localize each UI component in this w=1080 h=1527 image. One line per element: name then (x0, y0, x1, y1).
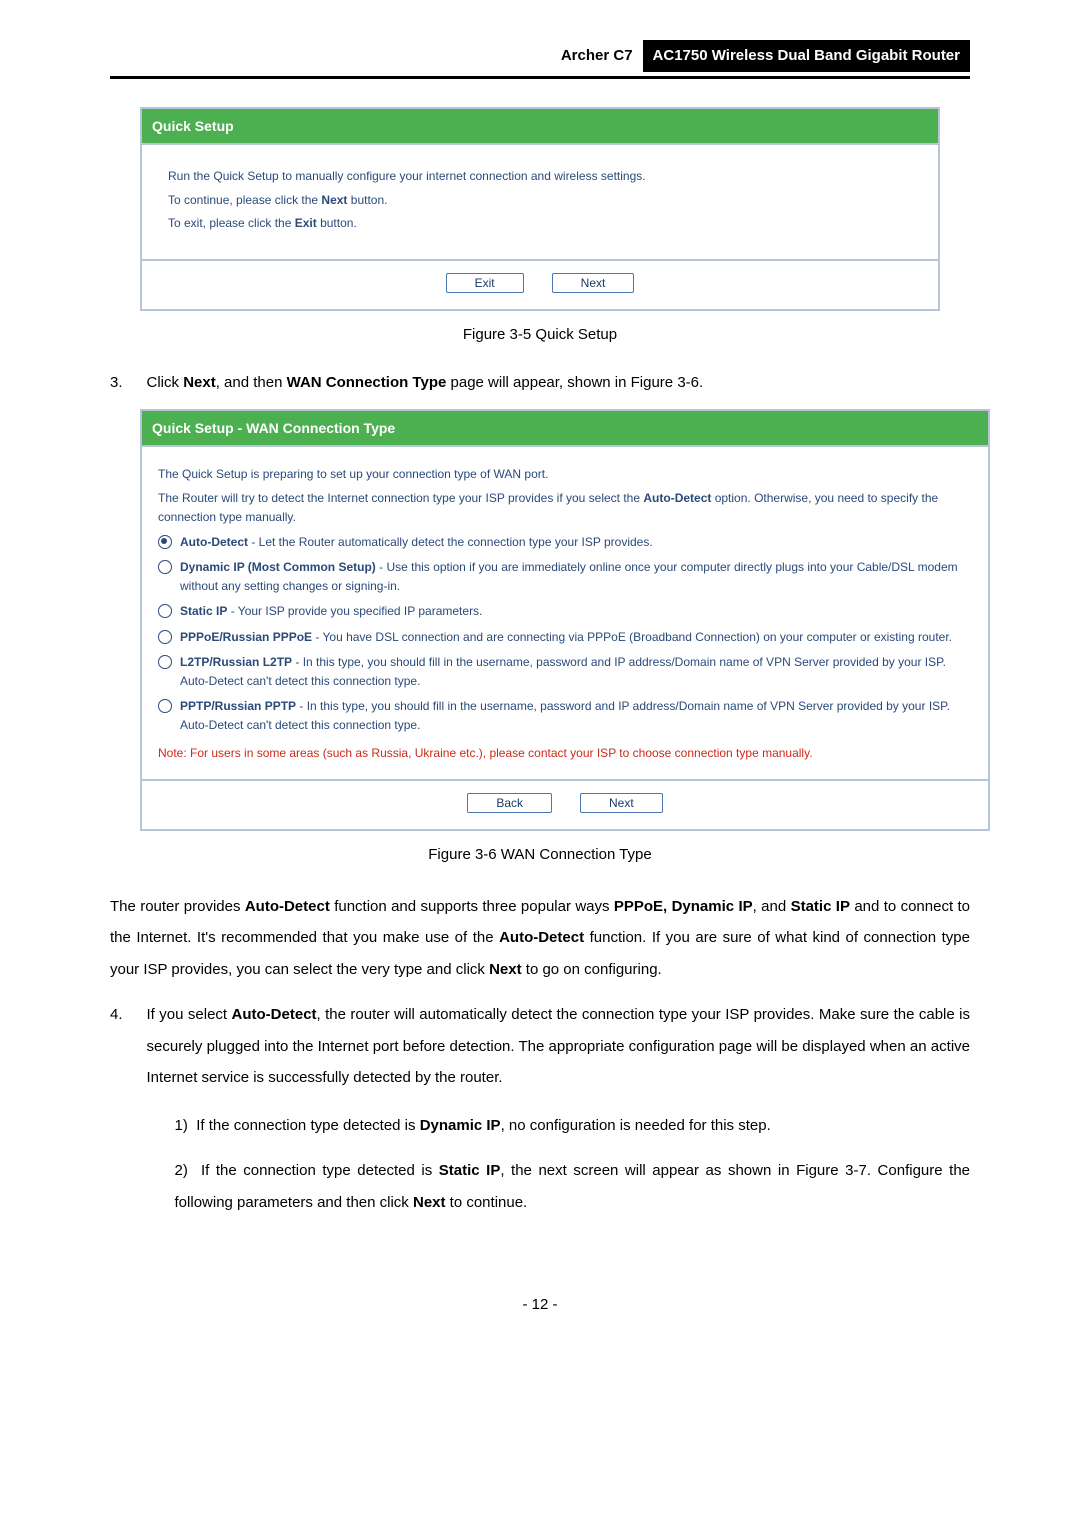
radio-icon (158, 630, 172, 644)
qs-line2-pre: To continue, please click the (168, 193, 321, 207)
radio-icon (158, 604, 172, 618)
option-pppoe[interactable]: PPPoE/Russian PPPoE - You have DSL conne… (158, 628, 972, 647)
marker: 1) (175, 1117, 188, 1134)
next-button[interactable]: Next (552, 273, 635, 293)
radio-icon (158, 535, 172, 549)
t: , no configuration is needed for this st… (501, 1117, 771, 1134)
header-divider (110, 76, 970, 79)
next-button[interactable]: Next (580, 793, 663, 813)
wan-intro2: The Router will try to detect the Intern… (158, 489, 972, 527)
option-label: Auto-Detect - Let the Router automatical… (180, 533, 972, 552)
step-4-marker: 4. (110, 999, 123, 1233)
t: - Let the Router automatically detect th… (248, 535, 653, 549)
t: The router provides (110, 898, 245, 915)
b: Static IP (180, 604, 227, 618)
b: Next (413, 1194, 446, 1211)
t: to continue. (446, 1194, 528, 1211)
b: Auto-Detect (643, 491, 711, 505)
b: Auto-Detect (245, 898, 330, 915)
qs-line3-post: button. (317, 216, 357, 230)
t: The Router will try to detect the Intern… (158, 491, 643, 505)
paragraph-auto-detect: The router provides Auto-Detect function… (110, 891, 970, 986)
wan-intro1: The Quick Setup is preparing to set up y… (158, 465, 972, 484)
wan-connection-panel: Quick Setup - WAN Connection Type The Qu… (140, 409, 990, 831)
t: Click (147, 374, 184, 391)
b: Dynamic IP (420, 1117, 501, 1134)
option-label: PPTP/Russian PPTP - In this type, you sh… (180, 697, 972, 735)
option-pptp[interactable]: PPTP/Russian PPTP - In this type, you sh… (158, 697, 972, 735)
model-name: Archer C7 (551, 40, 643, 72)
radio-icon (158, 655, 172, 669)
step-4-content: If you select Auto-Detect, the router wi… (147, 999, 970, 1094)
b: PPPoE/Russian PPPoE (180, 630, 312, 644)
t: , and then (216, 374, 287, 391)
step-3-marker: 3. (110, 371, 123, 395)
t: - In this type, you should fill in the u… (180, 699, 950, 732)
figure-caption-3-6: Figure 3-6 WAN Connection Type (110, 843, 970, 867)
step-3-text: 3. Click Next, and then WAN Connection T… (110, 371, 970, 395)
option-label: L2TP/Russian L2TP - In this type, you sh… (180, 653, 972, 691)
t: - You have DSL connection and are connec… (312, 630, 952, 644)
option-l2tp[interactable]: L2TP/Russian L2TP - In this type, you sh… (158, 653, 972, 691)
option-static-ip[interactable]: Static IP - Your ISP provide you specifi… (158, 602, 972, 621)
t: If the connection type detected is (196, 1117, 419, 1134)
b: PPTP/Russian PPTP (180, 699, 296, 713)
note-text: Note: For users in some areas (such as R… (158, 744, 972, 763)
product-title: AC1750 Wireless Dual Band Gigabit Router (643, 40, 970, 72)
option-label: PPPoE/Russian PPPoE - You have DSL conne… (180, 628, 972, 647)
b: Static IP (791, 898, 850, 915)
back-button[interactable]: Back (467, 793, 552, 813)
option-label: Dynamic IP (Most Common Setup) - Use thi… (180, 558, 972, 596)
b: Static IP (439, 1162, 501, 1179)
b: Dynamic IP (Most Common Setup) (180, 560, 376, 574)
option-auto-detect[interactable]: Auto-Detect - Let the Router automatical… (158, 533, 972, 552)
t: - In this type, you should fill in the u… (180, 655, 946, 688)
qs-line2-post: button. (347, 193, 387, 207)
qs-line3: To exit, please click the Exit button. (168, 214, 912, 233)
t: to go on configuring. (522, 961, 662, 978)
b: L2TP/Russian L2TP (180, 655, 292, 669)
qs-line1: Run the Quick Setup to manually configur… (168, 167, 912, 186)
option-label: Static IP - Your ISP provide you specifi… (180, 602, 972, 621)
radio-icon (158, 560, 172, 574)
qs-line2: To continue, please click the Next butto… (168, 191, 912, 210)
b: WAN Connection Type (287, 374, 447, 391)
t: If you select (147, 1006, 232, 1023)
option-dynamic-ip[interactable]: Dynamic IP (Most Common Setup) - Use thi… (158, 558, 972, 596)
qs-line2-b: Next (321, 193, 347, 207)
b: Auto-Detect (180, 535, 248, 549)
doc-header: Archer C7 AC1750 Wireless Dual Band Giga… (110, 40, 970, 72)
t: - Your ISP provide you specified IP para… (227, 604, 482, 618)
t: If the connection type detected is (201, 1162, 439, 1179)
b: Auto-Detect (499, 929, 584, 946)
page-number: - 12 - (110, 1293, 970, 1317)
b: Auto-Detect (232, 1006, 317, 1023)
t: page will appear, shown in Figure 3-6. (446, 374, 703, 391)
step-4: 4. If you select Auto-Detect, the router… (110, 999, 970, 1233)
t: , and (753, 898, 791, 915)
quick-setup-panel: Quick Setup Run the Quick Setup to manua… (140, 107, 940, 311)
panel-title: Quick Setup - WAN Connection Type (142, 411, 988, 445)
qs-line3-b: Exit (295, 216, 317, 230)
step-3-content: Click Next, and then WAN Connection Type… (147, 371, 704, 395)
qs-line3-pre: To exit, please click the (168, 216, 295, 230)
figure-caption-3-5: Figure 3-5 Quick Setup (110, 323, 970, 347)
b: Next (183, 374, 216, 391)
sub-step-1: 1) If the connection type detected is Dy… (175, 1110, 970, 1142)
sub-step-2: 2) If the connection type detected is St… (175, 1155, 970, 1218)
radio-icon (158, 699, 172, 713)
panel-title: Quick Setup (142, 109, 938, 143)
t: function and supports three popular ways (330, 898, 614, 915)
exit-button[interactable]: Exit (446, 273, 524, 293)
b: Next (489, 961, 522, 978)
marker: 2) (175, 1162, 188, 1179)
b: PPPoE, Dynamic IP (614, 898, 753, 915)
